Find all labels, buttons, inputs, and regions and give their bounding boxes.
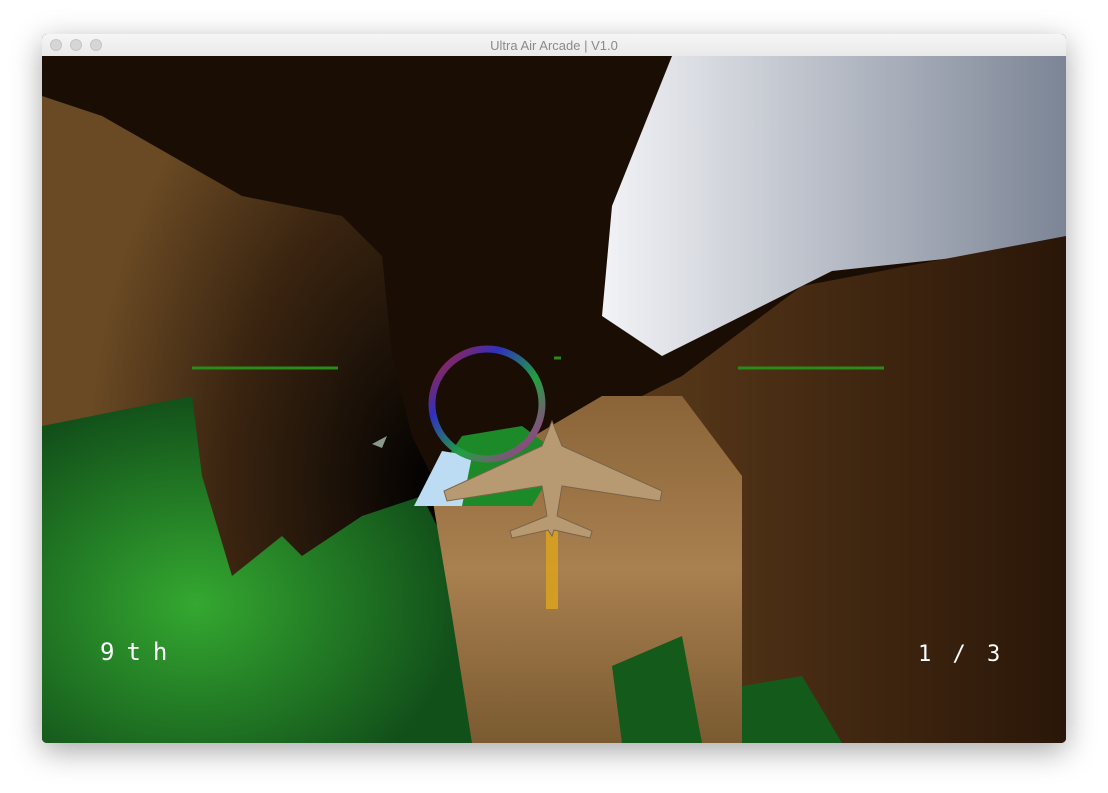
lap-counter: 1 / 3 bbox=[918, 642, 1005, 667]
title-bar: Ultra Air Arcade | V1.0 bbox=[42, 34, 1066, 57]
scene bbox=[42, 56, 1066, 743]
game-viewport[interactable]: 9th 1 / 3 bbox=[42, 56, 1066, 743]
race-position: 9th bbox=[100, 638, 180, 666]
window-title: Ultra Air Arcade | V1.0 bbox=[490, 38, 618, 53]
game-window: Ultra Air Arcade | V1.0 9th 1 / 3 bbox=[42, 34, 1066, 743]
